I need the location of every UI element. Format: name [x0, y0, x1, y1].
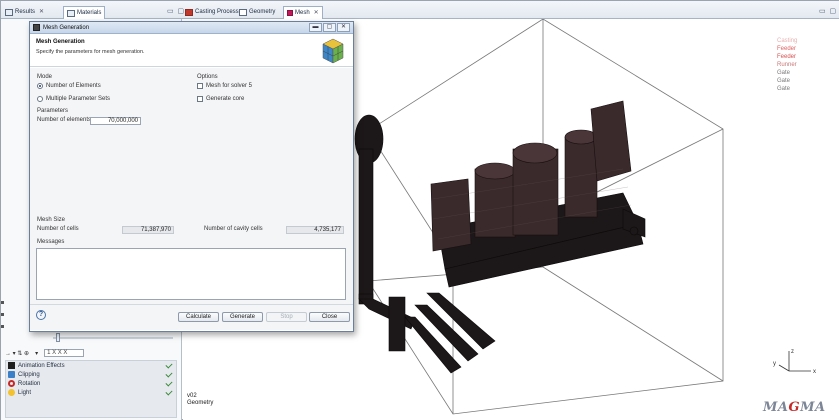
radio-number-of-elements-label[interactable]: Number of Elements — [46, 83, 101, 89]
svg-text:y: y — [773, 361, 776, 367]
messages-label: Messages — [37, 239, 65, 245]
check-icon — [165, 361, 173, 369]
mode-label: Mode — [37, 74, 53, 80]
close-dialog-button[interactable]: Close — [309, 312, 350, 322]
mesh-size-label: Mesh Size — [37, 217, 66, 223]
radio-multiple-parameter-sets[interactable] — [37, 96, 43, 102]
check-icon — [165, 379, 173, 387]
effects-list: Animation Effects Clipping Rotation Ligh… — [5, 360, 177, 418]
list-item[interactable]: Animation Effects — [6, 361, 176, 370]
tab-casting-process[interactable]: Casting Process — [185, 7, 239, 18]
view-name-label: Geometry — [187, 400, 214, 406]
num-elements-label: Number of elements — [37, 117, 92, 123]
close-icon[interactable]: ✕ — [314, 8, 319, 19]
dropdown-icon[interactable]: ▾ — [35, 350, 38, 357]
film-icon — [8, 362, 15, 369]
editor-tab-strip: Results ✕ Materials ▭ ▢ Casting Process … — [1, 1, 839, 19]
version-label: v02 — [187, 393, 197, 399]
maximize-button[interactable]: ▢ — [323, 23, 336, 32]
dialog-heading: Mesh Generation — [36, 39, 85, 45]
legend-item: Gate — [777, 78, 791, 84]
num-cells-label: Number of cells — [37, 226, 79, 232]
editor-minmax[interactable]: ▭ ▢ — [819, 7, 837, 15]
generate-core-label[interactable]: Generate core — [206, 96, 244, 102]
divider — [30, 304, 353, 305]
close-button[interactable]: ✕ — [337, 23, 350, 32]
app-icon — [33, 24, 40, 31]
tab-geometry[interactable]: Geometry — [239, 7, 275, 18]
mesh-generation-dialog: Mesh Generation ▬ ▢ ✕ Mesh Generation Sp… — [29, 21, 354, 332]
svg-text:z: z — [791, 349, 794, 355]
list-item[interactable]: Light — [6, 388, 176, 397]
tab-results[interactable]: Results ✕ — [5, 7, 44, 18]
check-icon — [165, 370, 173, 378]
light-icon — [8, 389, 15, 396]
tab-materials[interactable]: Materials — [63, 6, 106, 19]
parameters-label: Parameters — [37, 108, 69, 114]
num-elements-input[interactable]: 70,000,000 — [90, 117, 141, 125]
radio-number-of-elements[interactable] — [37, 83, 43, 89]
legend-item: Feeder — [777, 54, 797, 60]
application-window: Results ✕ Materials ▭ ▢ Casting Process … — [0, 0, 839, 420]
legend-item: Feeder — [777, 46, 797, 52]
geometry-icon — [239, 9, 247, 16]
dialog-body: Mode Number of Elements Multiple Paramet… — [30, 68, 353, 330]
check-icon — [165, 388, 173, 396]
num-cavity-cells-label: Number of cavity cells — [204, 226, 263, 232]
left-toolbar: → ▾ ⇅ ⊕ ▾ 1 X X X — [5, 347, 175, 359]
generate-button[interactable]: Generate — [222, 312, 263, 322]
mesh-solver-checkbox[interactable] — [197, 83, 203, 89]
list-item[interactable]: Rotation — [6, 379, 176, 388]
legend-item: Casting — [777, 38, 798, 44]
arrow-menu-icon[interactable]: → ▾ ⇅ ⊕ — [5, 350, 29, 357]
magma-logo: MAGMA — [763, 400, 826, 415]
radio-multiple-parameter-sets-label[interactable]: Multiple Parameter Sets — [46, 96, 110, 102]
tab-mesh[interactable]: Mesh ✕ — [283, 6, 323, 19]
num-cavity-cells-value: 4,735,177 — [286, 226, 344, 234]
view-info: v02 Geometry — [187, 393, 213, 407]
svg-text:x: x — [813, 369, 816, 375]
messages-box[interactable] — [36, 248, 346, 300]
num-cells-value: 71,387,970 — [122, 226, 174, 234]
minimize-button[interactable]: ▬ — [309, 23, 322, 32]
window-controls: ▬ ▢ ✕ — [309, 23, 350, 32]
slider-thumb[interactable] — [56, 333, 60, 342]
side-markers — [1, 301, 5, 341]
generate-core-checkbox[interactable] — [197, 96, 203, 102]
calculate-button[interactable]: Calculate — [178, 312, 219, 322]
legend-item: Runner — [777, 62, 797, 68]
left-view-minmax[interactable]: ▭ ▢ — [167, 7, 185, 15]
options-label: Options — [197, 74, 218, 80]
axis-triad-icon: z x y — [773, 349, 816, 375]
dialog-header: Mesh Generation Specify the parameters f… — [30, 34, 353, 67]
clipping-icon — [8, 371, 15, 378]
results-icon — [5, 9, 13, 16]
mesh-solver-label[interactable]: Mesh for solver 5 — [206, 83, 252, 89]
legend-item: Gate — [777, 86, 791, 92]
slider-track[interactable] — [53, 337, 173, 339]
legend-item: Gate — [777, 70, 791, 76]
mesh-cube-icon — [322, 38, 344, 64]
help-icon[interactable]: ? — [36, 310, 46, 320]
material-legend: Casting Feeder Feeder Runner Gate Gate Gate — [777, 37, 797, 93]
stop-button[interactable]: Stop — [266, 312, 307, 322]
axis-field[interactable]: 1 X X X — [44, 349, 85, 357]
casting-process-icon — [185, 9, 193, 16]
dialog-description: Specify the parameters for mesh generati… — [36, 49, 145, 55]
rotation-icon — [8, 380, 15, 387]
list-item[interactable]: Clipping — [6, 370, 176, 379]
dialog-title-bar[interactable]: Mesh Generation ▬ ▢ ✕ — [30, 22, 353, 34]
mesh-icon — [287, 10, 293, 16]
close-icon[interactable]: ✕ — [39, 7, 44, 18]
materials-icon — [67, 9, 75, 17]
